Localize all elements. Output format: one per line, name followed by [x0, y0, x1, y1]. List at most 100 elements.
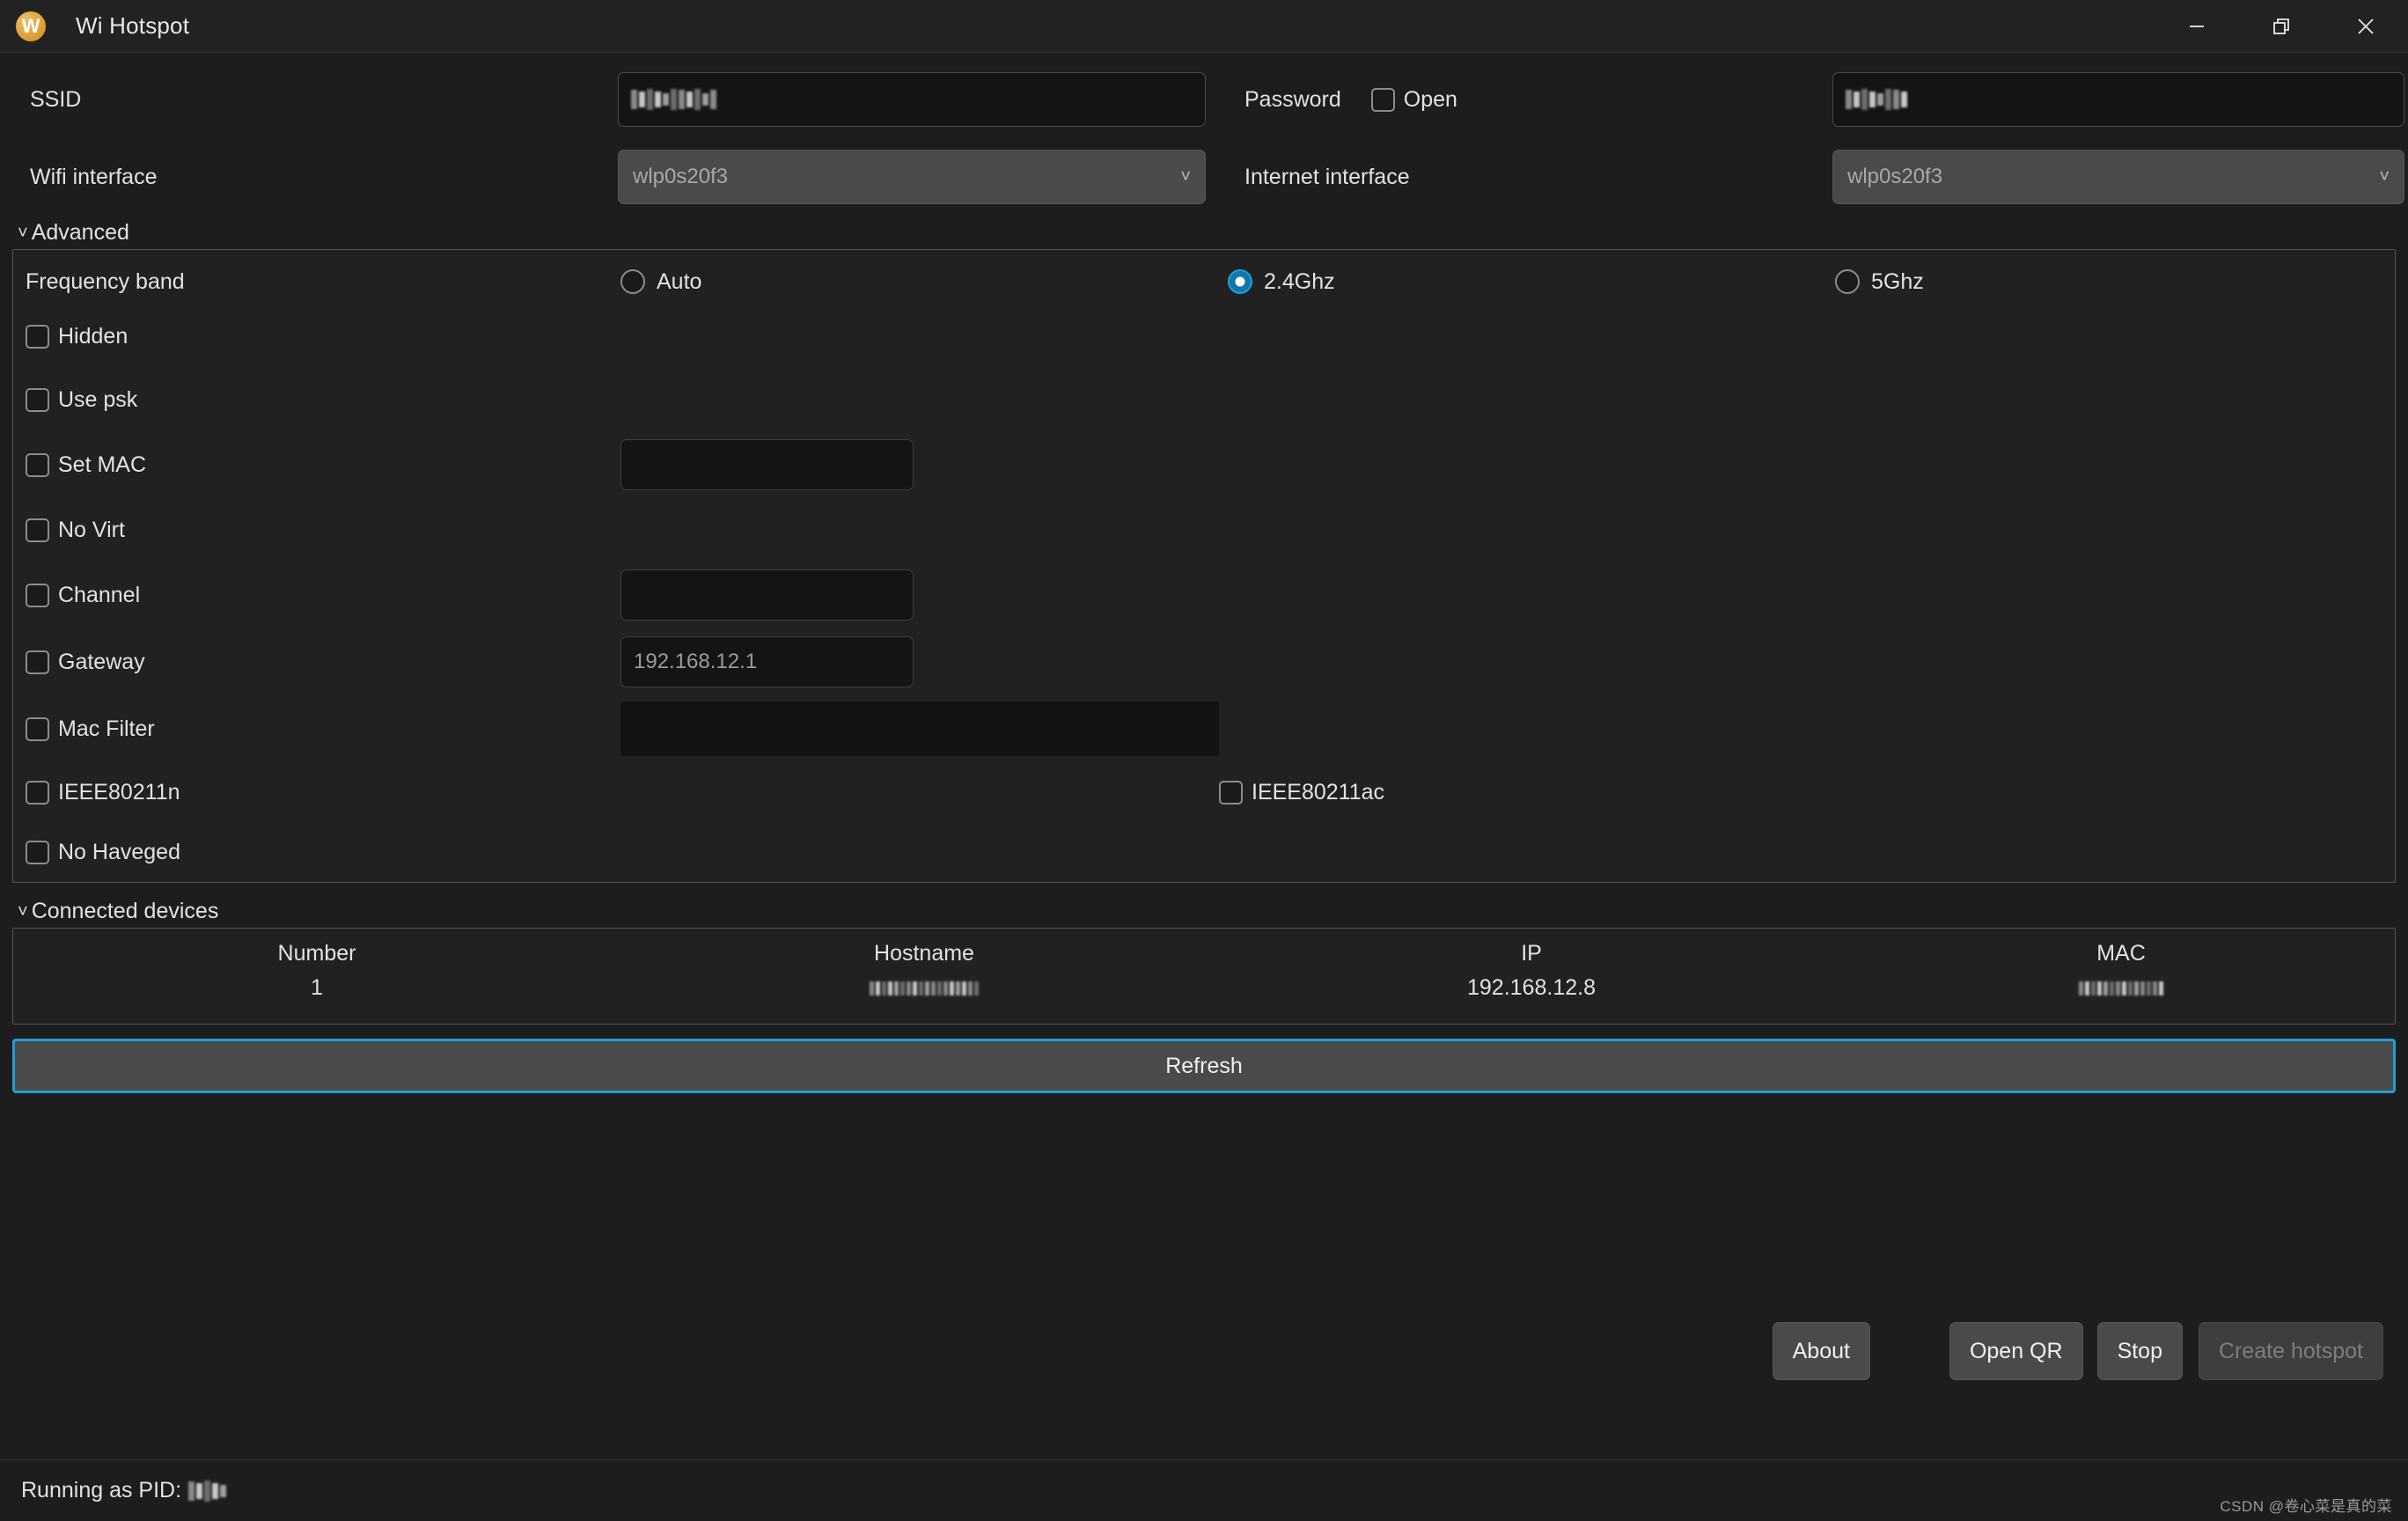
set-mac-input[interactable] — [620, 439, 914, 490]
band-label-auto: Auto — [657, 268, 702, 294]
password-label-cell: Password Open — [1225, 87, 1832, 113]
gateway-label: Gateway — [58, 649, 145, 674]
set-mac-label: Set MAC — [58, 452, 147, 477]
ssid-input-cell — [618, 72, 1225, 127]
close-icon[interactable] — [2324, 0, 2408, 52]
app-window: W Wi Hotspot SSID Password Open Wifi int… — [0, 0, 2408, 1521]
channel-checkbox[interactable] — [26, 583, 49, 607]
mac-filter-label-box: Mac Filter — [13, 716, 620, 742]
no-virt-label: No Virt — [58, 517, 125, 542]
mac-filter-input-box — [620, 702, 1219, 756]
internet-interface-value: wlp0s20f3 — [1847, 165, 1943, 188]
password-redacted-value — [1846, 88, 1907, 111]
channel-input[interactable] — [620, 569, 914, 621]
gateway-input[interactable]: 192.168.12.1 — [620, 636, 914, 687]
advanced-expander[interactable]: ˅ Advanced — [11, 204, 2397, 249]
connected-devices-label: Connected devices — [31, 899, 219, 923]
connected-devices-expander[interactable]: ˅ Connected devices — [11, 883, 2397, 928]
internet-interface-label-cell: Internet interface — [1225, 165, 1832, 190]
option-row-gateway: Gateway 192.168.12.1 — [13, 628, 2395, 695]
ieee80211n-label: IEEE80211n — [58, 779, 180, 805]
wifi-interface-select-cell: wlp0s20f3 ˅ — [618, 150, 1225, 204]
wifi-interface-select[interactable]: wlp0s20f3 ˅ — [618, 150, 1206, 204]
no-haveged-checkbox[interactable] — [26, 840, 49, 864]
frequency-band-row: Frequency band Auto 2.4Ghz 5Ghz — [13, 250, 2395, 305]
password-input[interactable] — [1832, 72, 2404, 127]
column-header-mac: MAC — [2096, 941, 2146, 966]
stop-label: Stop — [2117, 1338, 2162, 1363]
use-psk-option[interactable]: Use psk — [13, 387, 137, 413]
radio-5ghz[interactable] — [1835, 269, 1860, 294]
stop-button[interactable]: Stop — [2096, 1322, 2183, 1380]
hidden-option[interactable]: Hidden — [13, 324, 128, 349]
ssid-label: SSID — [30, 86, 82, 112]
radio-24ghz[interactable] — [1228, 269, 1252, 294]
action-bar: About Open QR Stop Create hotspot — [1772, 1322, 2383, 1380]
status-bar: Running as PID: CSDN @卷心菜是真的菜 — [0, 1459, 2408, 1521]
hidden-label-box: Hidden — [13, 324, 620, 349]
ieee80211ac-checkbox[interactable] — [1219, 780, 1243, 805]
about-button[interactable]: About — [1772, 1322, 1870, 1380]
option-row-hidden: Hidden — [13, 305, 2395, 368]
mac-filter-input[interactable] — [620, 702, 1219, 756]
gateway-checkbox[interactable] — [26, 650, 49, 674]
no-haveged-label-box: No Haveged — [13, 840, 620, 865]
set-mac-option[interactable]: Set MAC — [13, 452, 146, 478]
cell-mac — [1835, 977, 2407, 1000]
restore-icon[interactable] — [2239, 0, 2324, 52]
table-row[interactable]: 1 192.168.12.8 — [13, 966, 2395, 1024]
gateway-input-box: 192.168.12.1 — [620, 636, 914, 687]
option-row-no-haveged: No Haveged — [13, 822, 2395, 882]
title-bar: W Wi Hotspot — [0, 0, 2408, 53]
ieee80211ac-label: IEEE80211ac — [1252, 779, 1385, 805]
column-header-number: Number — [277, 941, 356, 966]
mac-filter-checkbox[interactable] — [26, 716, 49, 741]
window-controls — [2155, 0, 2408, 52]
advanced-label: Advanced — [31, 220, 129, 245]
set-mac-input-box — [620, 439, 914, 490]
internet-interface-select-cell: wlp0s20f3 ˅ — [1832, 150, 2404, 204]
use-psk-checkbox[interactable] — [26, 387, 49, 412]
open-label: Open — [1403, 86, 1457, 112]
ssid-input[interactable] — [618, 72, 1206, 127]
use-psk-label-box: Use psk — [13, 387, 620, 413]
hidden-label: Hidden — [58, 323, 128, 349]
column-header-ip: IP — [1521, 941, 1542, 966]
band-label-5ghz: 5Ghz — [1871, 268, 1924, 294]
ieee80211n-checkbox[interactable] — [26, 780, 49, 805]
no-virt-checkbox[interactable] — [26, 518, 49, 542]
hidden-checkbox[interactable] — [26, 324, 49, 349]
option-row-mac-filter: Mac Filter — [13, 695, 2395, 762]
gateway-option[interactable]: Gateway — [13, 650, 145, 675]
mac-filter-option[interactable]: Mac Filter — [13, 716, 155, 742]
watermark: CSDN @卷心菜是真的菜 — [2220, 1498, 2392, 1515]
pid-status: Running as PID: — [21, 1478, 227, 1503]
create-hotspot-button: Create hotspot — [2199, 1322, 2383, 1380]
chevron-down-icon: ˅ — [1180, 166, 1191, 187]
ieee80211n-option[interactable]: IEEE80211n — [13, 780, 1219, 805]
channel-option[interactable]: Channel — [13, 583, 140, 608]
radio-auto[interactable] — [620, 269, 645, 294]
internet-interface-select[interactable]: wlp0s20f3 ˅ — [1832, 150, 2404, 204]
column-header-hostname: Hostname — [874, 941, 974, 966]
refresh-button[interactable]: Refresh — [12, 1039, 2396, 1093]
about-label: About — [1792, 1338, 1850, 1363]
no-virt-option[interactable]: No Virt — [13, 518, 125, 543]
minimize-icon[interactable] — [2155, 0, 2239, 52]
password-label: Password — [1244, 86, 1341, 112]
band-option-5ghz[interactable]: 5Ghz — [1835, 269, 2407, 295]
app-logo-letter: W — [21, 14, 40, 37]
ieee80211ac-option[interactable]: IEEE80211ac — [1219, 780, 2408, 805]
band-option-auto[interactable]: Auto — [620, 269, 1228, 295]
open-checkbox[interactable] — [1370, 87, 1395, 112]
create-hotspot-label: Create hotspot — [2219, 1338, 2363, 1363]
open-qr-button[interactable]: Open QR — [1949, 1322, 2083, 1380]
no-virt-label-box: No Virt — [13, 518, 620, 543]
frequency-band-label-cell: Frequency band — [13, 269, 620, 295]
advanced-panel: Frequency band Auto 2.4Ghz 5Ghz Hidden U… — [12, 249, 2396, 883]
refresh-label: Refresh — [1165, 1053, 1243, 1078]
no-haveged-option[interactable]: No Haveged — [13, 840, 180, 865]
set-mac-checkbox[interactable] — [26, 452, 49, 477]
band-option-24ghz[interactable]: 2.4Ghz — [1228, 269, 1835, 295]
ssid-label-cell: SSID — [11, 87, 618, 113]
